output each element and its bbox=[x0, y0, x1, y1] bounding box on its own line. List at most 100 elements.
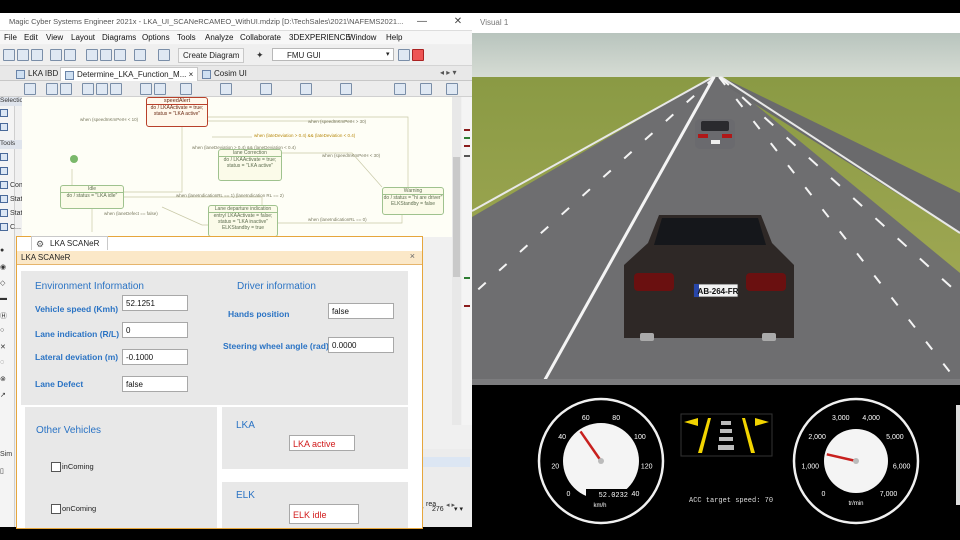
hands-position-field[interactable]: false bbox=[328, 303, 394, 319]
sim-toggle-icon[interactable]: ▯ bbox=[0, 467, 4, 475]
choice-icon[interactable]: ◇ bbox=[0, 279, 5, 287]
menu-view[interactable]: View bbox=[46, 33, 63, 42]
transition-label[interactable]: when (laneDeviation > 0.4) && (laneDevia… bbox=[192, 145, 296, 150]
terminate-icon[interactable]: ✕ bbox=[0, 343, 6, 351]
initial-icon[interactable]: ● bbox=[0, 247, 4, 254]
lane-indication-field[interactable]: 0 bbox=[122, 322, 188, 338]
state-lane-correction[interactable]: lane Correction do / LKAActivate = true;… bbox=[218, 149, 282, 181]
menu-collaborate[interactable]: Collaborate bbox=[240, 33, 281, 42]
align-icon[interactable] bbox=[140, 83, 152, 95]
zoom-out-icon[interactable] bbox=[60, 83, 72, 95]
delete-icon[interactable] bbox=[134, 49, 146, 61]
lateral-deviation-field[interactable]: -0.1000 bbox=[122, 349, 188, 365]
fmu-gui-select[interactable]: FMU GUI bbox=[272, 48, 394, 61]
paste-icon[interactable] bbox=[114, 49, 126, 61]
menu-3dexperience[interactable]: 3DEXPERIENCE bbox=[289, 33, 351, 42]
exit-point-icon[interactable]: ⊗ bbox=[0, 375, 6, 383]
state-body: do / LKAActivate = true; status = "LKA a… bbox=[150, 105, 204, 117]
entry-point-icon[interactable]: ◌ bbox=[0, 359, 4, 366]
palette-item-composite[interactable]: C... bbox=[0, 223, 21, 231]
junction-icon[interactable]: ○ bbox=[0, 327, 4, 334]
table-icon[interactable] bbox=[340, 83, 352, 95]
vehicle-speed-field[interactable]: 52.1251 bbox=[122, 295, 188, 311]
final-icon[interactable]: ◉ bbox=[0, 263, 6, 271]
steering-angle-field[interactable]: 0.0000 bbox=[328, 337, 394, 353]
tab-scroll-arrows[interactable]: ◂ ▸ ▾ bbox=[440, 68, 457, 77]
transition-icon[interactable]: ↗ bbox=[0, 391, 6, 399]
open-icon[interactable] bbox=[17, 49, 29, 61]
close-button[interactable]: ✕ bbox=[448, 15, 468, 28]
font-icon[interactable] bbox=[82, 83, 94, 95]
redo-icon[interactable] bbox=[64, 49, 76, 61]
state-machine-canvas[interactable]: speedAlert do / LKAActivate = true; stat… bbox=[22, 97, 452, 237]
menu-diagrams[interactable]: Diagrams bbox=[102, 33, 136, 42]
menu-analyze[interactable]: Analyze bbox=[205, 33, 233, 42]
tab-determine-lka-function[interactable]: Determine_LKA_Function_M... × bbox=[60, 67, 199, 81]
pin-icon[interactable] bbox=[0, 167, 10, 175]
lka-status-section: LKA LKA active bbox=[222, 407, 408, 469]
state-speed-alert[interactable]: speedAlert do / LKAActivate = true; stat… bbox=[146, 97, 208, 127]
copy-icon[interactable] bbox=[100, 49, 112, 61]
incoming-checkbox[interactable] bbox=[51, 462, 61, 472]
stop-icon[interactable] bbox=[412, 49, 424, 61]
new-icon[interactable] bbox=[3, 49, 15, 61]
history-icon[interactable]: Ⓗ bbox=[0, 311, 7, 321]
close-icon[interactable]: × bbox=[410, 251, 415, 261]
palette-item-sim[interactable]: Sim bbox=[0, 451, 12, 458]
select-icon[interactable] bbox=[24, 83, 36, 95]
line-icon[interactable] bbox=[110, 83, 122, 95]
route-icon[interactable] bbox=[180, 83, 192, 95]
grid-icon[interactable] bbox=[220, 83, 232, 95]
menu-edit[interactable]: Edit bbox=[24, 33, 38, 42]
settings-icon[interactable] bbox=[394, 83, 406, 95]
undo-icon[interactable] bbox=[50, 49, 62, 61]
tab-cosim-ui[interactable]: Cosim UI bbox=[198, 67, 251, 80]
run-icon[interactable] bbox=[398, 49, 410, 61]
fork-icon[interactable]: ▬ bbox=[0, 295, 7, 302]
connector-icon[interactable] bbox=[0, 153, 10, 161]
layout-icon[interactable] bbox=[158, 49, 170, 61]
transition-label[interactable]: when (laneIndicationRL == 1) (laneIndica… bbox=[176, 193, 284, 198]
zoom-control[interactable]: ▾ 276 ▾ ▾ bbox=[420, 503, 472, 517]
menu-file[interactable]: File bbox=[4, 33, 17, 42]
tab-lka-ibd[interactable]: LKA IBD bbox=[12, 67, 62, 80]
scroll-thumb[interactable] bbox=[453, 157, 460, 277]
side-scrollbar[interactable] bbox=[956, 405, 960, 505]
cut-icon[interactable] bbox=[86, 49, 98, 61]
pointer-icon[interactable] bbox=[0, 109, 10, 117]
save-icon[interactable] bbox=[31, 49, 43, 61]
menu-tools[interactable]: Tools bbox=[177, 33, 196, 42]
sort-icon[interactable] bbox=[420, 83, 432, 95]
menu-options[interactable]: Options bbox=[142, 33, 170, 42]
image-icon[interactable] bbox=[260, 83, 272, 95]
marquee-icon[interactable] bbox=[0, 123, 10, 131]
menu-help[interactable]: Help bbox=[386, 33, 402, 42]
transition-label[interactable]: when (speedInKmPerH > 30) bbox=[308, 119, 366, 124]
transition-label[interactable]: when (speedInKmPerH < 10) bbox=[80, 117, 138, 122]
zoom-in-icon[interactable] bbox=[46, 83, 58, 95]
create-diagram-button[interactable]: Create Diagram bbox=[178, 48, 245, 63]
state-warning[interactable]: Warning do / status = "hi are driver" EL… bbox=[382, 187, 444, 215]
transition-label[interactable]: when (laneIndicationRL == 0) bbox=[308, 217, 367, 222]
lane-defect-field[interactable]: false bbox=[122, 376, 188, 392]
menu-layout[interactable]: Layout bbox=[71, 33, 95, 42]
transition-label[interactable]: when (lateDeviation > 0.4) && (lateDevia… bbox=[254, 133, 355, 138]
close-tab-icon[interactable]: × bbox=[189, 70, 194, 79]
env-driver-section: Environment Information Driver informati… bbox=[21, 271, 408, 405]
fill-icon[interactable] bbox=[96, 83, 108, 95]
transition-label[interactable]: when (laneDefect == false) bbox=[104, 211, 158, 216]
play-icon[interactable] bbox=[300, 83, 312, 95]
zoom-dropdown-icon[interactable]: ▾ ▾ bbox=[454, 503, 463, 517]
oncoming-checkbox[interactable] bbox=[51, 504, 61, 514]
canvas-scrollbar[interactable] bbox=[452, 97, 461, 425]
menu-window[interactable]: Window bbox=[348, 33, 376, 42]
lka-scaner-tab[interactable]: ⚙ LKA SCANeR bbox=[31, 236, 109, 250]
transition-label[interactable]: when (speedInKmPerH < 30) bbox=[322, 153, 380, 158]
panel-title: LKA SCANeR bbox=[21, 253, 71, 262]
state-idle[interactable]: Idle do / status = "LKA idle" bbox=[60, 185, 124, 209]
chevron-down-icon[interactable]: ▾ bbox=[386, 50, 390, 58]
distribute-icon[interactable] bbox=[154, 83, 166, 95]
state-lane-departure[interactable]: Lane departure indication entry/ LKAActi… bbox=[208, 205, 278, 237]
navigate-icon[interactable] bbox=[446, 83, 458, 95]
maximize-button[interactable] bbox=[419, 15, 439, 28]
